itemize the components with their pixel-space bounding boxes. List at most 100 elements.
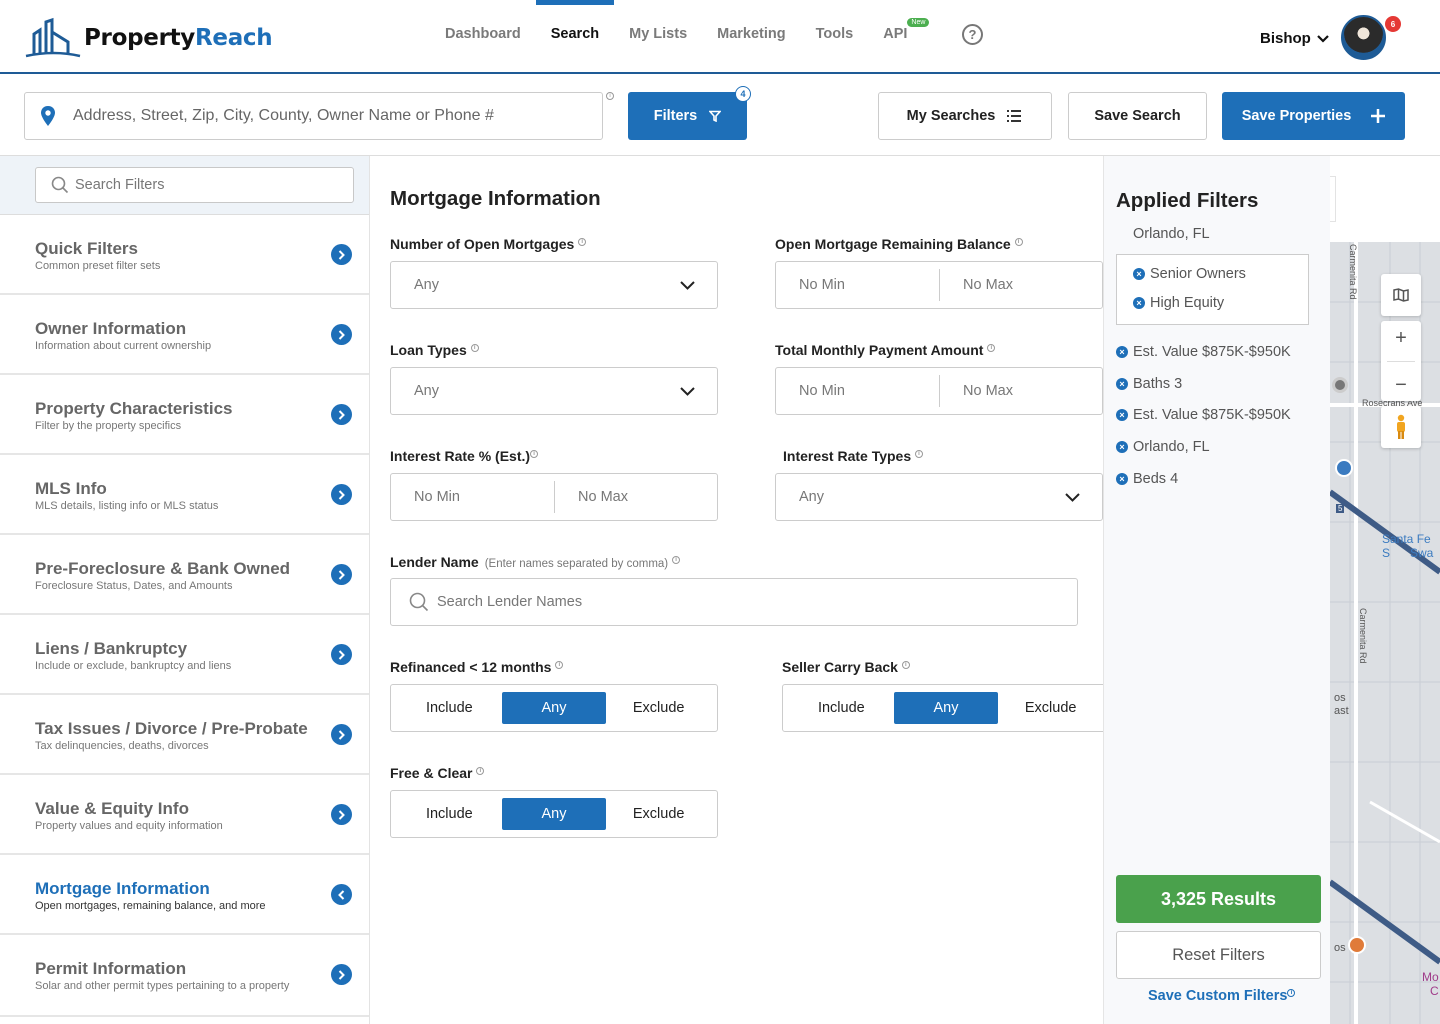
- option-exclude[interactable]: Exclude: [606, 692, 711, 724]
- applied-filter-chip[interactable]: × Beds 4: [1116, 471, 1178, 487]
- zoom-out-icon[interactable]: −: [1395, 375, 1407, 395]
- save-custom-filters-link[interactable]: Save Custom Filters i: [1148, 988, 1296, 1004]
- interest-rate-types-select[interactable]: Any: [775, 473, 1103, 521]
- nav-marketing[interactable]: Marketing: [702, 0, 801, 72]
- applied-filter-chip[interactable]: × Est. Value $875K-$950K: [1116, 407, 1291, 423]
- sidebar-item-tax-divorce-probate[interactable]: Tax Issues / Divorce / Pre-Probate Tax d…: [0, 695, 369, 775]
- max-input[interactable]: No Max: [939, 375, 1102, 407]
- min-input[interactable]: No Min: [776, 262, 939, 308]
- avatar[interactable]: [1341, 15, 1386, 60]
- info-icon[interactable]: i: [901, 661, 910, 670]
- chevron-right-icon[interactable]: [331, 724, 352, 745]
- remove-filter-icon[interactable]: ×: [1116, 441, 1128, 453]
- applied-filter-chip[interactable]: × Senior Owners: [1133, 266, 1246, 282]
- max-input[interactable]: No Max: [939, 269, 1102, 301]
- remove-filter-icon[interactable]: ×: [1116, 346, 1128, 358]
- sidebar-item-value-equity[interactable]: Value & Equity Info Property values and …: [0, 775, 369, 855]
- info-icon[interactable]: i: [915, 450, 924, 459]
- brand-logo[interactable]: PropertyReach: [24, 16, 273, 60]
- applied-filter-chip[interactable]: × Est. Value $875K-$950K: [1116, 344, 1291, 360]
- property-search-input[interactable]: [73, 107, 593, 125]
- lock-marker-icon[interactable]: [1335, 459, 1353, 477]
- option-exclude[interactable]: Exclude: [606, 798, 711, 830]
- brand-name-part2: Reach: [195, 25, 273, 51]
- remove-filter-icon[interactable]: ×: [1116, 473, 1128, 485]
- property-search-box[interactable]: [24, 92, 603, 140]
- my-searches-button[interactable]: My Searches: [878, 92, 1052, 140]
- filter-search-box[interactable]: [35, 167, 354, 203]
- remove-filter-icon[interactable]: ×: [1116, 378, 1128, 390]
- info-icon[interactable]: i: [672, 556, 681, 565]
- remove-filter-icon[interactable]: ×: [1133, 268, 1145, 280]
- nav-dashboard[interactable]: Dashboard: [430, 0, 536, 72]
- main-nav: Dashboard Search My Lists Marketing Tool…: [430, 0, 931, 72]
- info-icon[interactable]: i: [530, 450, 539, 459]
- save-search-button[interactable]: Save Search: [1068, 92, 1207, 140]
- applied-filter-chip[interactable]: × Baths 3: [1116, 376, 1182, 392]
- select-value: Any: [799, 489, 824, 505]
- option-include[interactable]: Include: [397, 798, 502, 830]
- max-input[interactable]: No Max: [554, 481, 717, 513]
- nav-api[interactable]: API New: [868, 0, 931, 72]
- info-icon[interactable]: i: [987, 344, 996, 353]
- map-layers-button[interactable]: [1381, 274, 1421, 316]
- min-input[interactable]: No Min: [391, 474, 554, 520]
- option-any[interactable]: Any: [893, 692, 999, 724]
- info-icon[interactable]: i: [470, 344, 479, 353]
- sidebar-item-quick-filters[interactable]: Quick Filters Common preset filter sets: [0, 215, 369, 295]
- chevron-right-icon[interactable]: [331, 404, 352, 425]
- search-info-icon[interactable]: i: [606, 92, 614, 100]
- results-button[interactable]: 3,325 Results: [1116, 875, 1321, 923]
- min-input[interactable]: No Min: [776, 368, 939, 414]
- chevron-down-icon: [680, 386, 695, 396]
- remove-filter-icon[interactable]: ×: [1133, 297, 1145, 309]
- filters-button[interactable]: Filters 4: [628, 86, 751, 140]
- sidebar-item-mls-info[interactable]: MLS Info MLS details, listing info or ML…: [0, 455, 369, 535]
- chevron-right-icon[interactable]: [331, 564, 352, 585]
- chevron-right-icon[interactable]: [331, 484, 352, 505]
- street-view-pegman-icon[interactable]: [1381, 406, 1421, 448]
- filter-category-sidebar: Quick Filters Common preset filter sets …: [0, 156, 370, 1024]
- save-properties-button[interactable]: Save Properties: [1222, 92, 1405, 140]
- chevron-right-icon[interactable]: [331, 804, 352, 825]
- poi-marker-icon[interactable]: [1332, 377, 1348, 393]
- zoom-in-icon[interactable]: +: [1395, 328, 1407, 348]
- applied-filter-chip[interactable]: × High Equity: [1133, 295, 1224, 311]
- option-include[interactable]: Include: [397, 692, 502, 724]
- info-icon[interactable]: i: [476, 767, 485, 776]
- info-icon[interactable]: i: [555, 661, 564, 670]
- sidebar-item-owner-information[interactable]: Owner Information Information about curr…: [0, 295, 369, 375]
- reset-filters-button[interactable]: Reset Filters: [1116, 931, 1321, 979]
- filter-search-input[interactable]: [75, 177, 335, 193]
- chevron-left-icon[interactable]: [331, 884, 352, 905]
- chevron-right-icon[interactable]: [331, 964, 352, 985]
- help-icon[interactable]: ?: [962, 24, 983, 45]
- lender-search-box[interactable]: [390, 578, 1078, 626]
- chevron-right-icon[interactable]: [331, 244, 352, 265]
- sidebar-item-mortgage-information[interactable]: Mortgage Information Open mortgages, rem…: [0, 855, 369, 935]
- sidebar-item-pre-foreclosure[interactable]: Pre-Foreclosure & Bank Owned Foreclosure…: [0, 535, 369, 615]
- option-include[interactable]: Include: [789, 692, 894, 724]
- nav-my-lists[interactable]: My Lists: [614, 0, 702, 72]
- remove-filter-icon[interactable]: ×: [1116, 409, 1128, 421]
- info-icon[interactable]: i: [1287, 989, 1296, 998]
- open-mortgages-select[interactable]: Any: [390, 261, 718, 309]
- loan-types-select[interactable]: Any: [390, 367, 718, 415]
- info-icon[interactable]: i: [1014, 238, 1023, 247]
- nav-search[interactable]: Search: [535, 0, 615, 72]
- option-any[interactable]: Any: [501, 692, 607, 724]
- chevron-right-icon[interactable]: [331, 324, 352, 345]
- user-menu[interactable]: Bishop: [1260, 30, 1329, 47]
- chevron-right-icon[interactable]: [331, 644, 352, 665]
- option-any[interactable]: Any: [501, 798, 607, 830]
- applied-filter-chip[interactable]: × Orlando, FL: [1116, 439, 1210, 455]
- lender-search-input[interactable]: [437, 594, 1037, 610]
- sidebar-item-property-characteristics[interactable]: Property Characteristics Filter by the p…: [0, 375, 369, 455]
- nav-tools[interactable]: Tools: [801, 0, 869, 72]
- info-icon[interactable]: i: [578, 238, 587, 247]
- option-exclude[interactable]: Exclude: [998, 692, 1103, 724]
- sidebar-item-permit-information[interactable]: Permit Information Solar and other permi…: [0, 935, 369, 1017]
- notification-badge[interactable]: 6: [1385, 16, 1401, 32]
- sidebar-item-liens-bankruptcy[interactable]: Liens / Bankruptcy Include or exclude, b…: [0, 615, 369, 695]
- restaurant-marker-icon[interactable]: [1348, 936, 1366, 954]
